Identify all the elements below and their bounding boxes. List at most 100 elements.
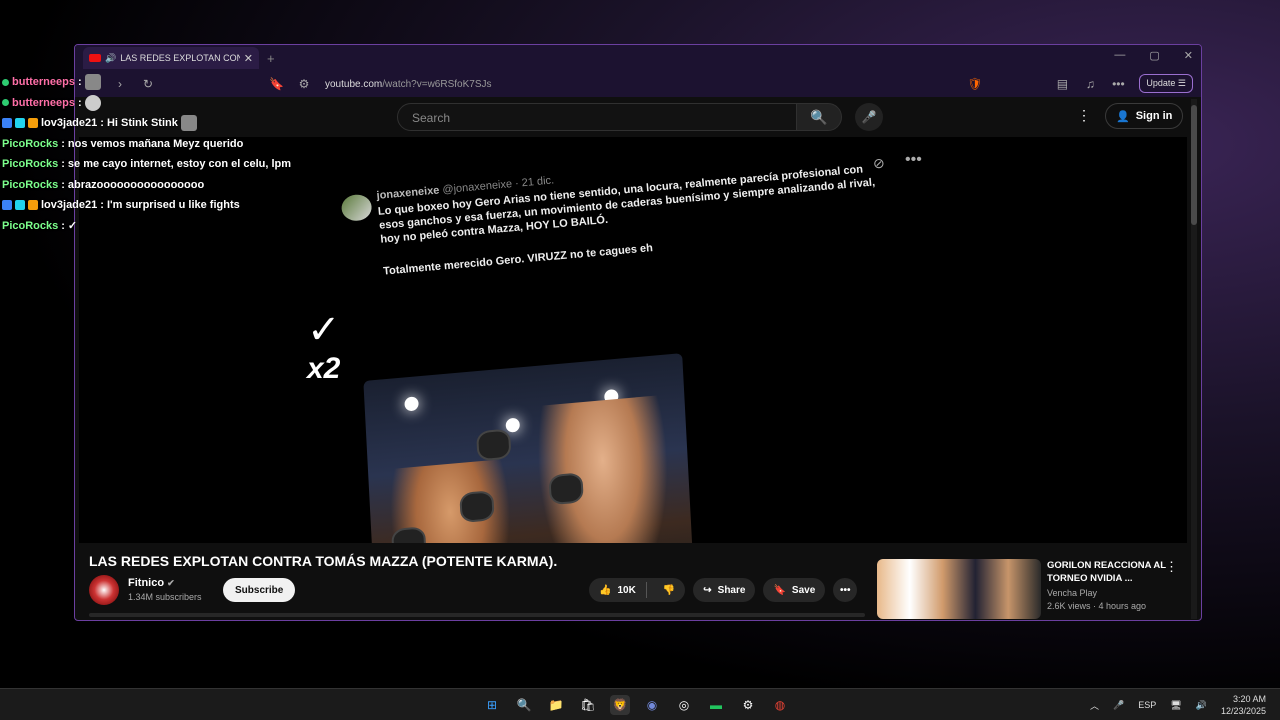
maximize-icon[interactable]: ▢	[1149, 49, 1159, 62]
chat-emote-icon	[84, 94, 101, 111]
arena-light	[505, 417, 521, 433]
close-tab-icon[interactable]: ✕	[244, 52, 253, 65]
scrollbar-thumb[interactable]	[1191, 105, 1197, 225]
badge-icon	[2, 200, 12, 211]
badge-icon	[15, 200, 25, 211]
close-window-icon[interactable]: ✕	[1184, 49, 1193, 62]
chrome-icon[interactable]: ◍	[770, 695, 790, 715]
description-box[interactable]	[89, 613, 865, 617]
url-domain: youtube.com	[325, 78, 383, 90]
related-title[interactable]: GORILON REACCIONA AL TORNEO NVIDIA ...	[1047, 559, 1167, 585]
tweet-overlay: jonaxeneixe @jonaxeneixe · 21 dic. Lo qu…	[340, 145, 882, 278]
microphone-icon[interactable]: 🎤	[855, 103, 883, 131]
toolbar-right: 🛡 ▤ ♫ ••• Update ☰	[967, 74, 1193, 93]
sign-in-button[interactable]: 👤 Sign in	[1105, 103, 1184, 129]
chat-username: PicoRocks	[2, 137, 59, 150]
share-button[interactable]: ↪ Share	[693, 578, 756, 602]
system-tray: ︿ 🎤 ESP 🖥 🔊 3:20 AM 12/23/2025	[1090, 693, 1266, 717]
chat-separator: :	[77, 76, 82, 89]
windows-start-icon[interactable]: ⊞	[482, 695, 502, 715]
save-icon: 🔖	[773, 584, 786, 596]
chevron-up-icon[interactable]: ︿	[1090, 699, 1099, 712]
chat-text: I'm surprised u like fights	[106, 199, 240, 212]
thumbs-up-icon: 👍	[599, 584, 612, 596]
related-more-icon[interactable]: ⋮	[1165, 559, 1178, 575]
chat-username: PicoRocks	[2, 219, 59, 232]
chat-separator: :	[100, 117, 104, 130]
extensions-icon[interactable]: •••	[1111, 77, 1125, 91]
chat-message: PicoRocks: se me cayo internet, estoy co…	[2, 154, 291, 175]
chat-username: lov3jade21	[41, 199, 98, 212]
clock[interactable]: 3:20 AM 12/23/2025	[1221, 693, 1266, 717]
file-explorer-icon[interactable]: 📁	[546, 695, 566, 715]
obs-icon[interactable]: ◎	[674, 695, 694, 715]
like-dislike-group: 👍 10K 👎	[589, 578, 686, 602]
dislike-button[interactable]: 👎	[653, 585, 685, 596]
brave-browser-icon[interactable]: 🦁	[610, 695, 630, 715]
taskbar-apps: ⊞ 🔍 📁 🛍 🦁 ◉ ◎ ▬ ⚙ ◍	[482, 695, 790, 715]
more-actions-button[interactable]: •••	[833, 578, 858, 602]
new-tab-button[interactable]: +	[267, 51, 275, 66]
share-label: Share	[717, 584, 746, 596]
search-input[interactable]: Search	[397, 103, 797, 131]
arena-light	[404, 396, 419, 412]
checkmark-emote-icon: ✓	[67, 220, 78, 233]
search-icon[interactable]: 🔍	[796, 103, 842, 131]
status-dot-icon	[2, 99, 9, 107]
badge-icon	[28, 118, 38, 129]
channel-name-text: Fitnico	[128, 577, 165, 589]
save-button[interactable]: 🔖 Save	[763, 578, 826, 602]
channel-avatar[interactable]	[89, 575, 119, 605]
chat-separator: :	[61, 219, 65, 232]
video-more-icon[interactable]: •••	[905, 151, 922, 169]
language-indicator[interactable]: ESP	[1138, 700, 1156, 710]
more-options-icon[interactable]: ⋮	[1077, 107, 1091, 124]
store-icon[interactable]: 🛍	[578, 695, 598, 715]
badge-icon	[28, 200, 38, 211]
chat-text: se me cayo internet, estoy con el celu, …	[67, 158, 292, 171]
save-label: Save	[791, 584, 816, 596]
boxing-glove	[476, 428, 512, 462]
related-channel: Vencha Play	[1047, 588, 1098, 598]
related-thumbnail[interactable]	[877, 559, 1041, 619]
clock-time: 3:20 AM	[1232, 694, 1266, 704]
like-button[interactable]: 👍 10K	[589, 582, 647, 598]
chat-message: butterneeps:	[2, 72, 291, 93]
badge-icon	[2, 118, 12, 129]
checkmark-icon: ✓	[307, 308, 341, 352]
channel-name[interactable]: Fitnico ✔	[128, 577, 175, 589]
microphone-icon[interactable]: 🎤	[1113, 700, 1124, 711]
url-field[interactable]: youtube.com/watch?v=w6RSfoK7SJs	[325, 79, 491, 90]
brave-shield-icon[interactable]: 🛡	[967, 77, 982, 91]
tweet-avatar	[340, 193, 373, 222]
site-info-icon[interactable]: ⚙	[297, 77, 311, 91]
sidebar-icon[interactable]: ▤	[1055, 77, 1069, 91]
chat-username: lov3jade21	[41, 117, 98, 130]
update-label: Update	[1146, 78, 1176, 88]
subscribe-button[interactable]: Subscribe	[223, 578, 296, 602]
chat-separator: :	[61, 158, 65, 171]
chat-text: abrazoooooooooooooooo	[67, 178, 205, 191]
minimize-icon[interactable]: —	[1114, 49, 1125, 62]
volume-icon[interactable]: 🔊	[1196, 700, 1207, 711]
thumbs-down-icon: 👎	[662, 584, 676, 596]
chat-message: lov3jade21: I'm surprised u like fights	[2, 195, 291, 216]
scrollbar[interactable]	[1191, 99, 1197, 619]
chat-emote-icon	[180, 115, 197, 132]
update-button[interactable]: Update ☰	[1139, 74, 1193, 93]
subscriber-count: 1.34M subscribers	[128, 592, 202, 602]
chat-separator: :	[77, 96, 82, 109]
x2-label: x2	[307, 352, 341, 385]
chat-separator: :	[61, 178, 65, 191]
search-icon[interactable]: 🔍	[514, 695, 534, 715]
nvidia-icon[interactable]: ▬	[706, 695, 726, 715]
steam-icon[interactable]: ⚙	[738, 695, 758, 715]
tab-youtube[interactable]: 🔊 LAS REDES EXPLOTAN CONTR ✕	[83, 47, 259, 69]
chat-separator: :	[100, 199, 104, 212]
discord-icon[interactable]: ◉	[642, 695, 662, 715]
chat-message: PicoRocks: ✓	[2, 216, 291, 237]
media-icon[interactable]: ♫	[1083, 77, 1097, 91]
url-path: /watch?v=w6RSfoK7SJs	[382, 78, 492, 90]
network-icon[interactable]: 🖥	[1170, 700, 1181, 711]
speaker-icon[interactable]: 🔊	[105, 53, 116, 64]
